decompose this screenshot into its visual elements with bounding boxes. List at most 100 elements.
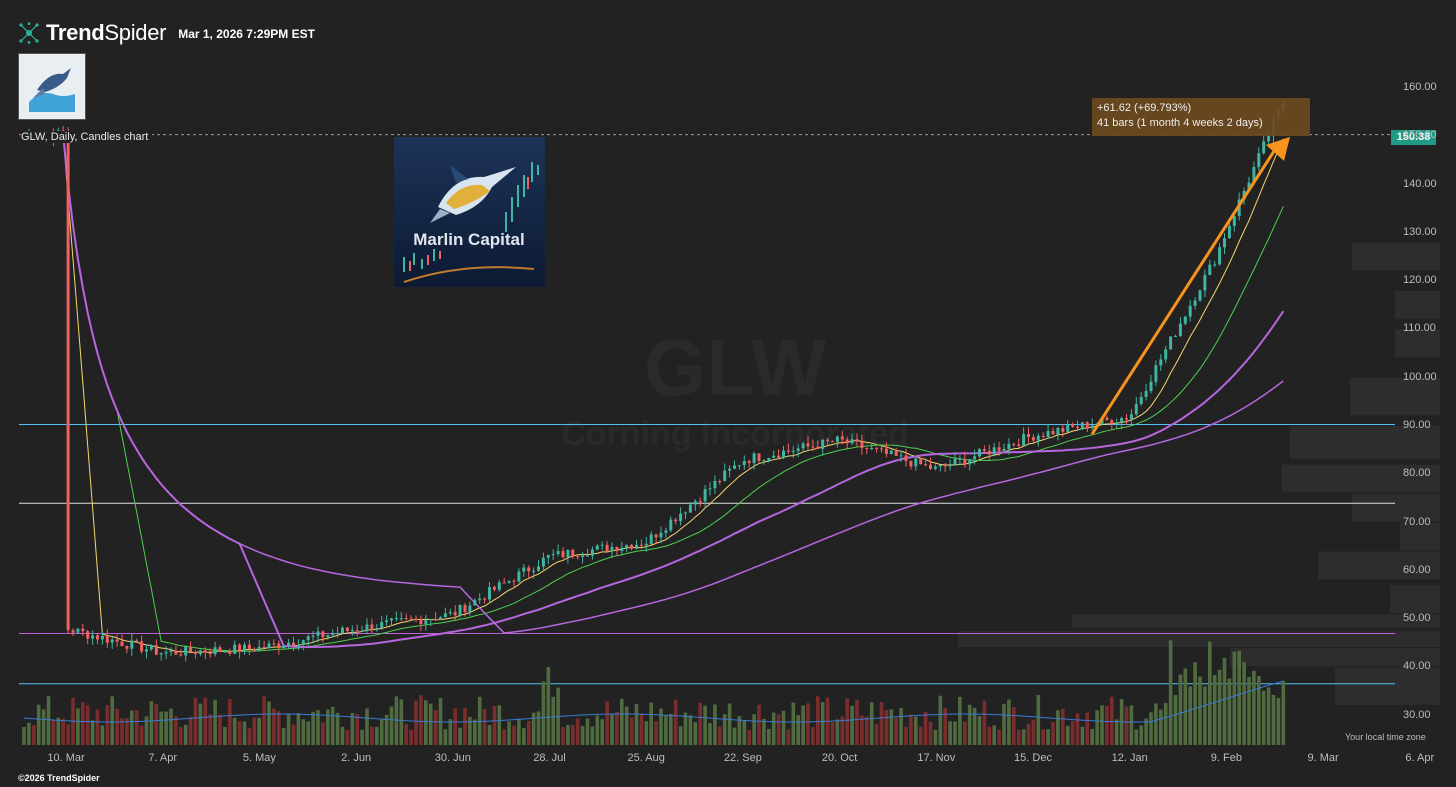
volume-bar bbox=[193, 697, 198, 745]
volume-bar bbox=[566, 724, 570, 745]
volume-bar bbox=[659, 708, 663, 745]
volume-bar bbox=[326, 709, 330, 745]
volume-bar bbox=[1012, 707, 1016, 745]
volume-bar bbox=[213, 699, 217, 745]
volume-bar bbox=[247, 728, 252, 745]
candle-body bbox=[164, 652, 168, 654]
volume-bar bbox=[203, 697, 208, 745]
y-tick-label: 140.00 bbox=[1403, 177, 1437, 190]
volume-bar bbox=[982, 700, 987, 745]
candle-body bbox=[483, 598, 487, 600]
candle-body bbox=[1178, 323, 1182, 336]
x-tick-label: 12. Jan bbox=[1111, 752, 1148, 764]
volume-bar bbox=[360, 729, 364, 745]
candle-body bbox=[145, 649, 148, 652]
volume-bar bbox=[1016, 729, 1021, 745]
volume-bar bbox=[718, 726, 722, 745]
volume-bar bbox=[419, 695, 423, 745]
candle-body bbox=[1046, 430, 1050, 437]
volume-bar bbox=[311, 711, 315, 745]
candle-body bbox=[733, 465, 736, 469]
candle-body bbox=[649, 534, 653, 544]
x-tick-label: 9. Mar bbox=[1307, 752, 1339, 764]
timezone-label[interactable]: Your local time zone bbox=[1345, 732, 1426, 742]
volume-bar bbox=[1261, 690, 1266, 745]
volume-bar bbox=[644, 721, 649, 745]
candle-body bbox=[541, 557, 545, 567]
volume-bar bbox=[512, 725, 516, 745]
measure-arrow-line bbox=[1090, 144, 1280, 436]
candle-body bbox=[1227, 225, 1231, 239]
y-tick-label: 130.00 bbox=[1403, 225, 1437, 238]
candle-body bbox=[737, 465, 741, 467]
candle-body bbox=[125, 646, 129, 649]
candle-body bbox=[762, 460, 766, 462]
candle-body bbox=[880, 448, 883, 450]
volume-bar bbox=[159, 711, 163, 745]
x-tick-label: 15. Dec bbox=[1014, 752, 1052, 764]
candle-body bbox=[76, 628, 80, 633]
volume-bar bbox=[551, 696, 555, 745]
candle-body bbox=[992, 447, 996, 455]
volume-bar bbox=[1198, 676, 1202, 745]
volume-bar bbox=[482, 709, 487, 745]
volume-bar bbox=[340, 726, 345, 745]
volume-bar bbox=[443, 729, 448, 745]
candle-body bbox=[1208, 264, 1212, 276]
candle-body bbox=[380, 622, 384, 629]
candle-body bbox=[218, 647, 222, 652]
candle-body bbox=[1213, 264, 1217, 266]
volume-bar bbox=[977, 716, 982, 745]
user-avatar[interactable] bbox=[18, 53, 86, 120]
volume-bar bbox=[1212, 675, 1217, 745]
candle-body bbox=[1134, 404, 1138, 415]
volume-bar bbox=[399, 699, 404, 745]
candle-body bbox=[1159, 359, 1163, 366]
x-tick-label: 20. Oct bbox=[821, 752, 858, 764]
volume-bar bbox=[914, 716, 918, 745]
candle-body bbox=[938, 465, 942, 467]
y-tick-label: 50.00 bbox=[1403, 612, 1431, 625]
candle-body bbox=[404, 618, 408, 620]
volume-bar bbox=[732, 727, 737, 745]
volume-bar bbox=[22, 726, 26, 745]
volume-bar bbox=[963, 721, 967, 745]
candle-body bbox=[243, 644, 246, 652]
volume-bar bbox=[458, 727, 462, 745]
y-tick-label: 80.00 bbox=[1403, 467, 1431, 480]
y-tick-label: 70.00 bbox=[1403, 515, 1431, 528]
candle-body bbox=[1139, 396, 1143, 405]
candle-body bbox=[1183, 316, 1187, 324]
volume-bar bbox=[389, 706, 394, 745]
volume-bar bbox=[830, 721, 835, 745]
candle-body bbox=[91, 635, 95, 639]
x-tick-label: 17. Nov bbox=[917, 752, 956, 764]
volume-bar bbox=[771, 712, 776, 745]
volume-bar bbox=[321, 722, 325, 745]
candle-body bbox=[953, 458, 957, 466]
candle-body bbox=[1169, 336, 1173, 350]
volume-bar bbox=[1036, 695, 1041, 745]
candle-body bbox=[517, 571, 521, 582]
y-tick-label: 120.00 bbox=[1403, 274, 1437, 287]
candle-body bbox=[1085, 422, 1089, 429]
candle-body bbox=[796, 448, 800, 452]
x-tick-label: 2. Jun bbox=[341, 752, 372, 764]
candle-body bbox=[537, 566, 540, 571]
candle-body bbox=[982, 449, 986, 451]
candle-body bbox=[840, 436, 844, 440]
volume-bar bbox=[335, 712, 340, 745]
candle-body bbox=[909, 460, 913, 467]
volume-bar bbox=[139, 725, 144, 745]
volume-bar bbox=[409, 729, 413, 745]
volume-bar bbox=[492, 706, 497, 745]
volume-bar bbox=[639, 713, 644, 745]
volume-bar bbox=[370, 726, 374, 745]
volume-bar bbox=[561, 727, 565, 745]
volume-bar bbox=[257, 717, 261, 745]
volume-bar bbox=[1090, 728, 1094, 745]
candle-body bbox=[679, 513, 683, 522]
candle-body bbox=[370, 624, 374, 631]
volume-bar bbox=[654, 721, 658, 745]
candle-body bbox=[1174, 335, 1177, 337]
